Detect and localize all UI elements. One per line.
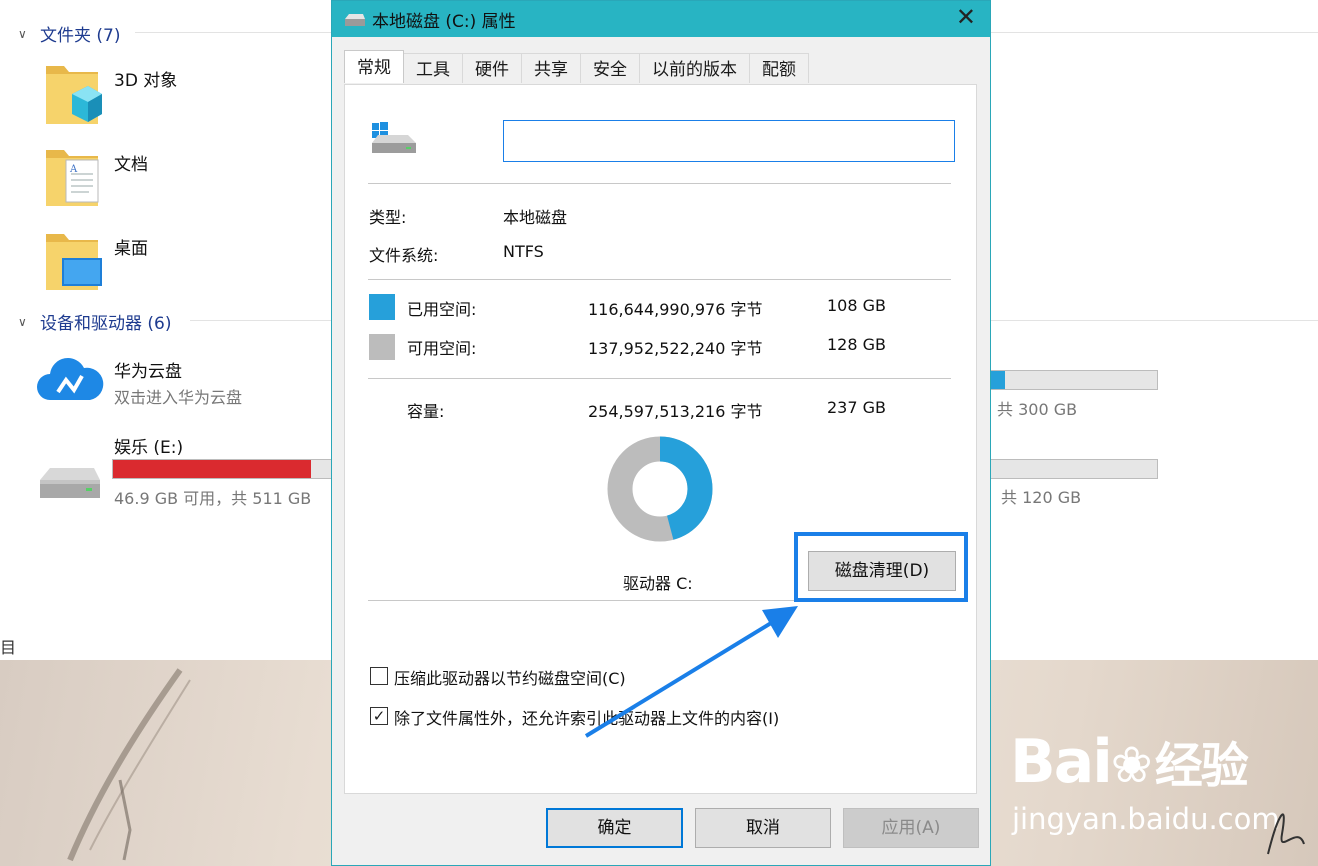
close-icon[interactable]: ✕ bbox=[956, 3, 976, 31]
free-space-bytes: 137,952,522,240 字节 bbox=[588, 339, 763, 358]
drive-label-input[interactable] bbox=[503, 120, 955, 162]
capacity-size: 237 GB bbox=[827, 398, 886, 417]
cloud-icon bbox=[37, 358, 104, 400]
drive-e-usage-bar bbox=[112, 459, 331, 479]
drive-subtitle: 共 300 GB bbox=[997, 400, 1078, 419]
folder-documents[interactable]: A bbox=[44, 144, 104, 210]
cancel-button[interactable]: 取消 bbox=[695, 808, 831, 848]
folder-3d-objects[interactable] bbox=[44, 60, 104, 128]
drive-usage-bar bbox=[991, 459, 1158, 479]
drive-e-usage-fill bbox=[113, 460, 312, 478]
used-space-bytes: 116,644,990,976 字节 bbox=[588, 300, 763, 319]
documents-folder-icon: A bbox=[46, 150, 99, 206]
dialog-titlebar[interactable]: 本地磁盘 (C:) 属性 ✕ bbox=[332, 1, 990, 37]
signature-decoration bbox=[1267, 813, 1305, 855]
capacity-bytes: 254,597,513,216 字节 bbox=[588, 402, 763, 421]
tab-strip: 常规 工具 硬件 共享 安全 以前的版本 配额 bbox=[344, 50, 809, 84]
drive-subtitle: 共 120 GB bbox=[1001, 488, 1082, 507]
paw-icon: ❀ bbox=[1110, 736, 1153, 794]
wallpaper-sketch-decoration bbox=[67, 668, 191, 862]
folder-desktop[interactable] bbox=[44, 228, 104, 294]
cloud-drive-name: 华为云盘 bbox=[114, 362, 182, 382]
drive-e[interactable] bbox=[36, 464, 104, 504]
filesystem-value: NTFS bbox=[503, 242, 544, 261]
drive-usage-fill bbox=[991, 371, 1005, 389]
folder-name: 3D 对象 bbox=[114, 71, 178, 91]
svg-text:A: A bbox=[69, 164, 78, 175]
folders-section-header[interactable]: ∨ 文件夹 (7) bbox=[18, 21, 120, 46]
drive-icon bbox=[345, 14, 365, 26]
ok-button[interactable]: 确定 bbox=[546, 808, 683, 848]
tab-tools[interactable]: 工具 bbox=[403, 53, 463, 83]
folder-name: 文档 bbox=[114, 155, 148, 175]
cleanup-button-highlight bbox=[794, 532, 968, 602]
baidu-url: jingyan.baidu.com bbox=[1012, 802, 1280, 836]
disk-usage-donut bbox=[607, 436, 713, 542]
devices-header-label: 设备和驱动器 (6) bbox=[40, 314, 172, 334]
drive-usage-bar bbox=[991, 370, 1158, 390]
used-space-label: 已用空间: bbox=[407, 300, 477, 319]
used-space-swatch bbox=[369, 294, 395, 320]
tab-general[interactable]: 常规 bbox=[344, 50, 404, 83]
compress-checkbox[interactable] bbox=[370, 667, 388, 685]
section-divider bbox=[190, 320, 331, 321]
hard-drive-icon bbox=[40, 468, 100, 498]
free-space-size: 128 GB bbox=[827, 335, 886, 354]
drive-e-name: 娱乐 (E:) bbox=[114, 438, 184, 458]
tab-sharing[interactable]: 共享 bbox=[521, 53, 581, 83]
huawei-cloud-drive[interactable] bbox=[36, 352, 104, 404]
filesystem-label: 文件系统: bbox=[369, 246, 439, 265]
tab-hardware[interactable]: 硬件 bbox=[462, 53, 522, 83]
type-value: 本地磁盘 bbox=[503, 208, 568, 227]
annotation-arrow-icon bbox=[584, 606, 798, 738]
divider bbox=[368, 183, 951, 184]
status-text: 目 bbox=[0, 638, 17, 657]
type-label: 类型: bbox=[369, 208, 407, 227]
divider bbox=[368, 279, 951, 280]
index-checkbox[interactable]: ✓ bbox=[370, 707, 388, 725]
folder-name: 桌面 bbox=[114, 239, 148, 259]
drive-e-subtitle: 46.9 GB 可用，共 511 GB bbox=[114, 489, 312, 508]
divider bbox=[368, 378, 951, 379]
free-space-swatch bbox=[369, 334, 395, 360]
desktop-folder-icon bbox=[46, 234, 102, 290]
3d-objects-folder-icon bbox=[46, 66, 102, 124]
drive-caption: 驱动器 C: bbox=[623, 574, 693, 593]
tab-previous-versions[interactable]: 以前的版本 bbox=[639, 53, 750, 83]
section-divider bbox=[991, 320, 1318, 321]
apply-button[interactable]: 应用(A) bbox=[843, 808, 979, 848]
chevron-down-icon: ∨ bbox=[18, 314, 27, 329]
capacity-label: 容量: bbox=[407, 402, 445, 421]
devices-section-header[interactable]: ∨ 设备和驱动器 (6) bbox=[18, 309, 171, 334]
tab-quota[interactable]: 配额 bbox=[749, 53, 809, 83]
used-space-size: 108 GB bbox=[827, 296, 886, 315]
dialog-title: 本地磁盘 (C:) 属性 bbox=[372, 12, 516, 32]
section-divider bbox=[135, 32, 331, 33]
chevron-down-icon: ∨ bbox=[18, 26, 27, 41]
windows-drive-icon bbox=[372, 122, 416, 153]
cloud-drive-subtitle: 双击进入华为云盘 bbox=[114, 388, 243, 407]
folders-header-label: 文件夹 (7) bbox=[40, 26, 121, 46]
free-space-label: 可用空间: bbox=[407, 339, 477, 358]
section-divider bbox=[991, 32, 1318, 33]
tab-security[interactable]: 安全 bbox=[580, 53, 640, 83]
baidu-logo: Bai❀经验 bbox=[1010, 727, 1249, 797]
